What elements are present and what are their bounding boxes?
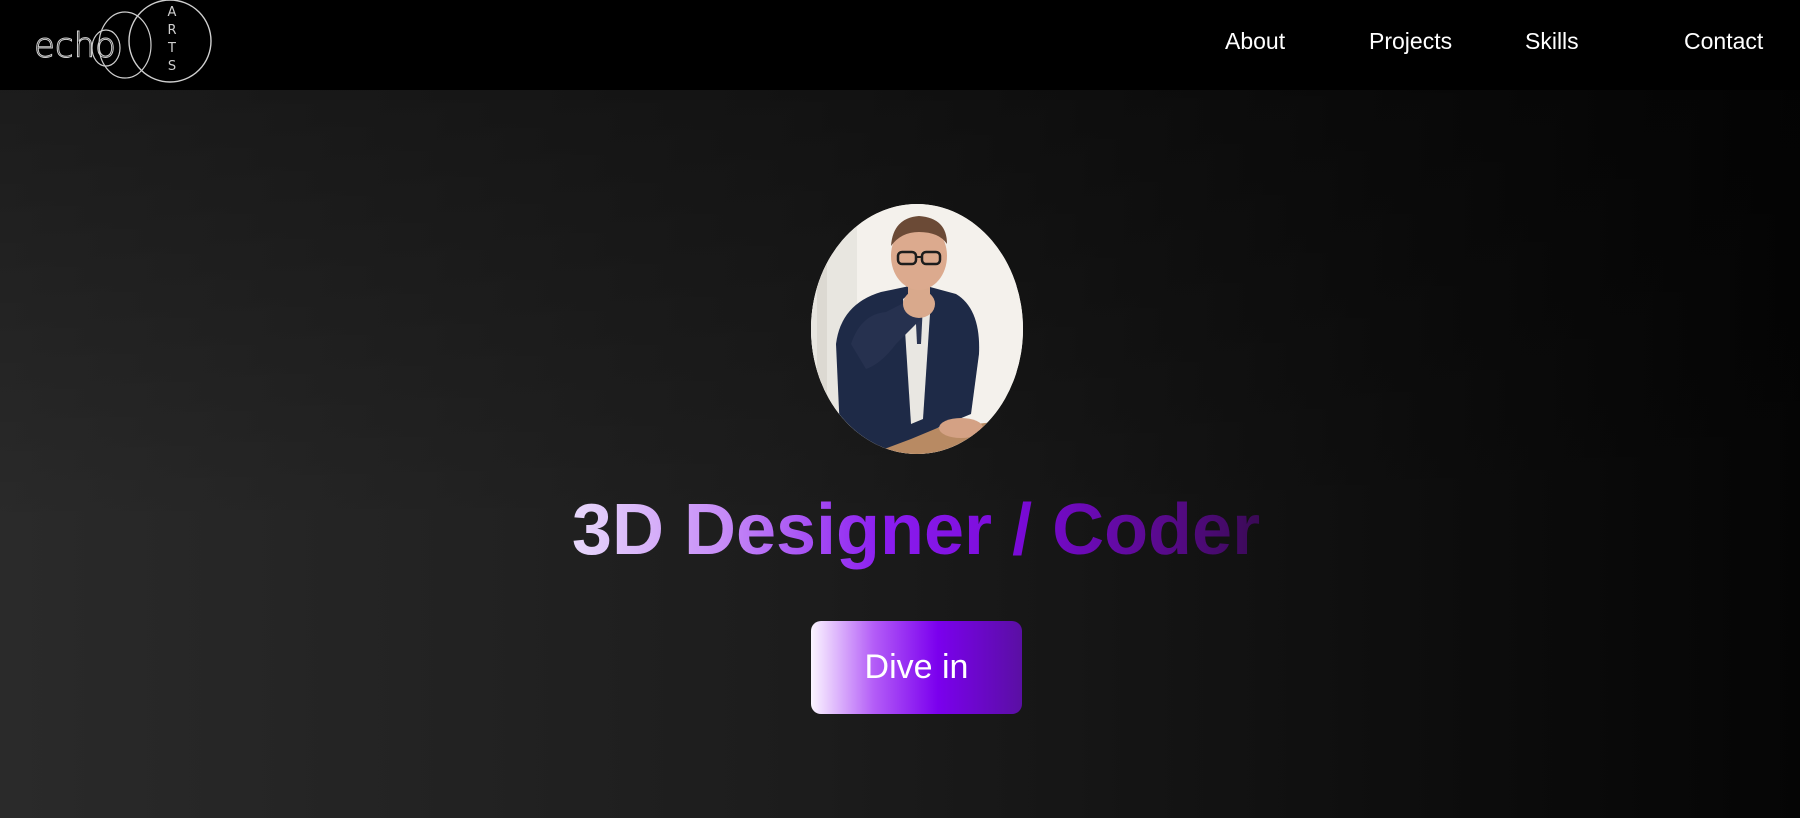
hero-section: 3D Designer / Coder Dive in (0, 90, 1800, 818)
logo-letter-s: S (168, 59, 176, 74)
logo-letter-t: T (167, 41, 176, 56)
site-header: echo A R T S About Projects Skills Conta… (0, 0, 1800, 90)
profile-photo-avatar (811, 204, 1023, 454)
hero-headline: 3D Designer / Coder (571, 490, 1261, 570)
nav-link-projects[interactable]: Projects (1369, 28, 1452, 55)
nav-link-contact[interactable]: Contact (1684, 28, 1763, 55)
profile-photo (811, 204, 1023, 454)
logo-wordmark: echo (34, 26, 116, 66)
nav-link-about[interactable]: About (1225, 28, 1285, 55)
nav-link-skills[interactable]: Skills (1525, 28, 1579, 55)
logo-letter-r: R (167, 23, 176, 38)
dive-in-button[interactable]: Dive in (811, 621, 1022, 714)
echo-arts-logo[interactable]: echo A R T S (30, 0, 215, 88)
logo-letter-a: A (168, 5, 177, 20)
